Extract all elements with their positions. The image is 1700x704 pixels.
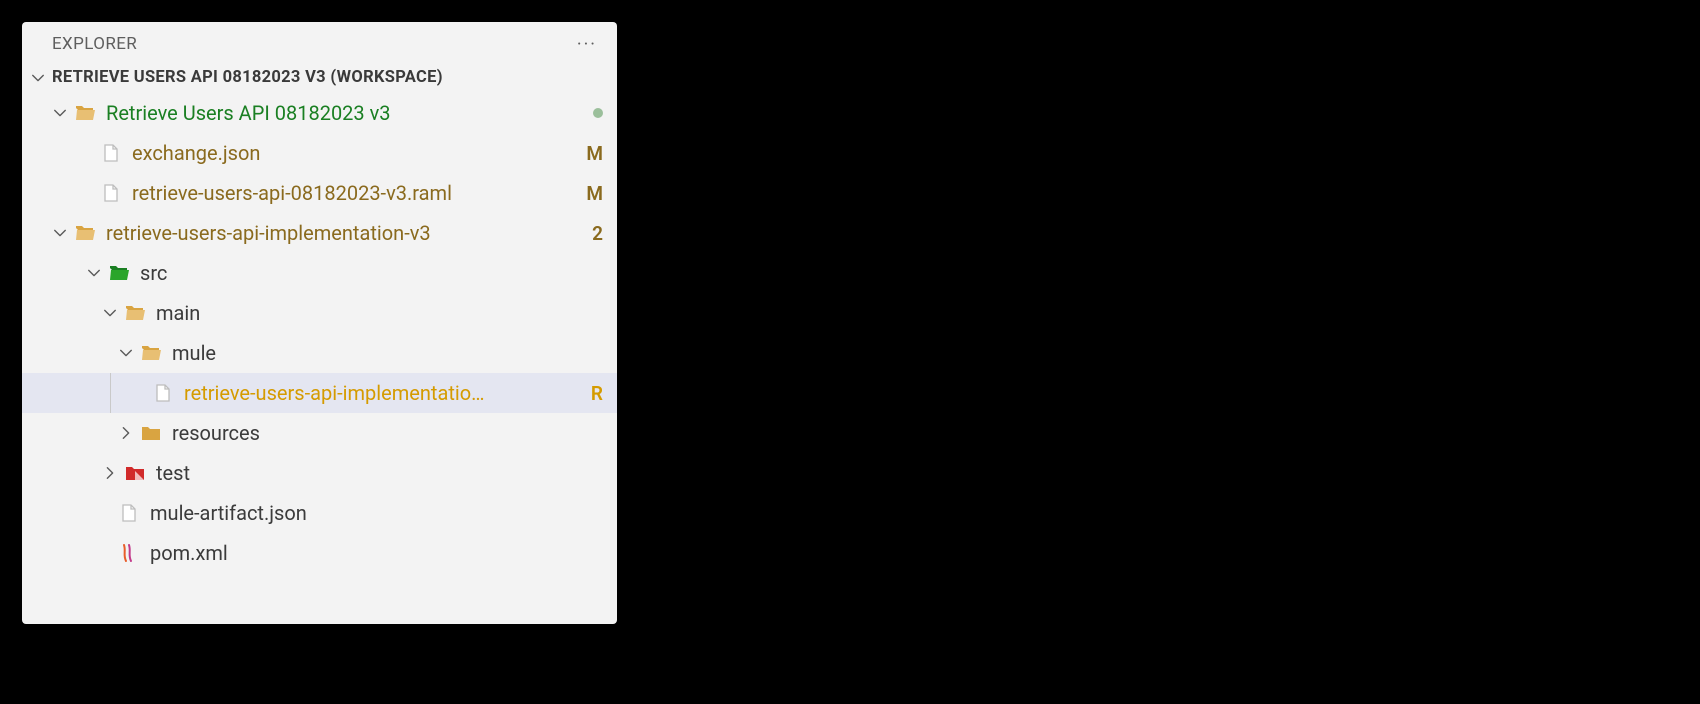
git-status-badge: M (586, 182, 603, 205)
folder-src-icon (108, 262, 130, 284)
more-actions-button[interactable]: ··· (573, 34, 601, 55)
folder-closed-icon (140, 422, 162, 444)
tree-folder-main[interactable]: main (22, 293, 617, 333)
tree-item-label: resources (172, 421, 603, 445)
tree-item-label: exchange.json (132, 141, 578, 165)
folder-test-icon (124, 462, 146, 484)
tree-folder-mule[interactable]: mule (22, 333, 617, 373)
tree-item-label: test (156, 461, 603, 485)
file-icon (118, 502, 140, 524)
tree-file-raml[interactable]: retrieve-users-api-08182023-v3.raml M (22, 173, 617, 213)
chevron-down-icon (86, 265, 102, 281)
folder-open-icon (74, 222, 96, 244)
chevron-right-icon (118, 425, 134, 441)
tree-folder-test[interactable]: test (22, 453, 617, 493)
maven-icon (118, 542, 140, 564)
explorer-header: EXPLORER ··· (22, 22, 617, 62)
tree-item-label: main (156, 301, 603, 325)
changes-count-badge: 2 (592, 222, 603, 245)
tree-item-label: mule (172, 341, 603, 365)
chevron-right-icon (102, 465, 118, 481)
tree-folder-src[interactable]: src (22, 253, 617, 293)
file-icon (100, 182, 122, 204)
tree-folder-resources[interactable]: resources (22, 413, 617, 453)
chevron-down-icon (52, 105, 68, 121)
workspace-section-header[interactable]: RETRIEVE USERS API 08182023 V3 (WORKSPAC… (22, 62, 617, 93)
tree-folder-project1[interactable]: Retrieve Users API 08182023 v3 (22, 93, 617, 133)
tree-item-label: retrieve-users-api-implementation-v3 (106, 221, 584, 245)
chevron-down-icon (118, 345, 134, 361)
tree-item-label: retrieve-users-api-08182023-v3.raml (132, 181, 578, 205)
tree-item-label: Retrieve Users API 08182023 v3 (106, 101, 585, 125)
git-status-badge: M (586, 142, 603, 165)
file-icon (152, 382, 174, 404)
tree-file-pom-xml[interactable]: pom.xml (22, 533, 617, 573)
tree-file-exchange-json[interactable]: exchange.json M (22, 133, 617, 173)
tree-folder-project2[interactable]: retrieve-users-api-implementation-v3 2 (22, 213, 617, 253)
chevron-down-icon (30, 70, 46, 86)
explorer-panel: EXPLORER ··· RETRIEVE USERS API 08182023… (22, 22, 617, 624)
tree-item-label: src (140, 261, 603, 285)
chevron-down-icon (52, 225, 68, 241)
folder-open-icon (140, 342, 162, 364)
file-icon (100, 142, 122, 164)
tree-item-label: mule-artifact.json (150, 501, 603, 525)
explorer-title: EXPLORER (52, 34, 137, 54)
folder-open-icon (74, 102, 96, 124)
chevron-down-icon (102, 305, 118, 321)
tree-file-mule-xml[interactable]: retrieve-users-api-implementatio… R (22, 373, 617, 413)
indent-guide (110, 373, 111, 413)
tree-file-mule-artifact[interactable]: mule-artifact.json (22, 493, 617, 533)
tree-item-label: retrieve-users-api-implementatio… (184, 381, 583, 405)
workspace-title: RETRIEVE USERS API 08182023 V3 (WORKSPAC… (52, 68, 443, 87)
folder-open-icon (124, 302, 146, 324)
modified-dot-icon (593, 108, 603, 118)
tree-item-label: pom.xml (150, 541, 603, 565)
git-status-badge: R (591, 382, 603, 405)
file-tree: Retrieve Users API 08182023 v3 exchange.… (22, 93, 617, 573)
